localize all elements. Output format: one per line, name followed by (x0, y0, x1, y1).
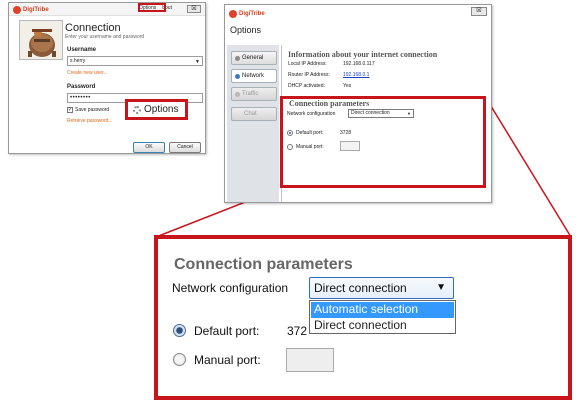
tab-chat[interactable]: Chat (231, 107, 277, 121)
zoom-manual-port-label: Manual port: (194, 353, 261, 367)
tab-chat-label: Chat (244, 111, 257, 117)
router-ip-link[interactable]: 192.168.0.1 (343, 72, 369, 78)
login-subheading: Enter your username and password (65, 34, 145, 40)
brand-name: DigiTribe (239, 11, 265, 17)
close-button[interactable]: ☒ (187, 5, 201, 13)
local-ip-label: Local IP Address: (288, 61, 327, 67)
options-highlight-box-small (138, 3, 166, 12)
zoom-manual-port-input[interactable] (286, 348, 334, 372)
close-button[interactable]: ☒ (471, 7, 487, 16)
zoom-network-config-select[interactable]: Direct connection ▼ (309, 277, 454, 299)
cancel-button[interactable]: Cancel (169, 142, 201, 153)
username-label: Username (67, 47, 97, 53)
zoom-network-config-label: Network configuration (172, 281, 289, 295)
brand-logo-icon (13, 6, 21, 14)
tab-network-label: Network (242, 73, 265, 79)
save-password-checkbox[interactable]: ✓ (67, 107, 73, 113)
zoom-default-port-label: Default port: (194, 324, 260, 338)
tab-general[interactable]: General (231, 51, 277, 65)
local-ip-value: 192.168.0.117 (343, 61, 375, 67)
zoom-default-port-radio[interactable] (173, 324, 186, 337)
username-field[interactable]: s.herry ▼ (67, 56, 203, 66)
password-label: Password (67, 84, 96, 90)
traffic-icon (235, 91, 240, 97)
tab-network[interactable]: Network (231, 69, 277, 83)
avatar (19, 20, 63, 60)
network-config-dropdown-list: Automatic selection Direct connection (309, 300, 456, 334)
network-icon (235, 73, 240, 79)
options-title: Options (230, 25, 262, 35)
login-window: DigiTribe Options bout ☒ Connection Ente… (8, 2, 206, 154)
brand-name: DigiTribe (23, 7, 49, 13)
chevron-down-icon[interactable]: ▼ (195, 58, 200, 66)
options-highlight-callout[interactable]: Options (125, 99, 188, 120)
gear-icon (133, 105, 141, 114)
dhcp-label: DHCP activated: (288, 83, 325, 89)
options-sidebar: General Network Traffic Chat (227, 45, 279, 202)
dropdown-option-automatic[interactable]: Automatic selection (311, 302, 454, 318)
gear-icon (235, 55, 240, 61)
tab-traffic[interactable]: Traffic (231, 87, 277, 101)
zoom-default-port-value: 372 (287, 324, 308, 338)
ok-button[interactable]: OK (133, 142, 165, 153)
retrieve-password-link[interactable]: Retrieve password... (67, 118, 113, 124)
router-ip-label: Router IP Address: (288, 72, 330, 78)
tab-general-label: General (242, 55, 264, 61)
brand-logo: DigiTribe (13, 6, 49, 14)
info-section-title: Information about your internet connecti… (288, 50, 438, 59)
chevron-down-icon[interactable]: ▼ (436, 278, 446, 298)
options-callout-label: Options (144, 104, 179, 115)
options-brand-logo: DigiTribe (229, 10, 265, 18)
login-heading: Connection (65, 22, 121, 34)
username-value: s.herry (70, 58, 86, 64)
brand-logo-icon (229, 10, 237, 18)
tab-traffic-label: Traffic (242, 91, 259, 97)
zoom-manual-port-radio[interactable] (173, 353, 186, 366)
zoom-section-title: Connection parameters (174, 256, 353, 273)
connection-highlight-box (280, 96, 486, 188)
save-password-label: Save password (75, 107, 110, 113)
create-user-link[interactable]: Create new user... (67, 70, 108, 76)
dhcp-value: Yes (343, 83, 352, 89)
dropdown-option-direct[interactable]: Direct connection (311, 318, 454, 334)
avatar-image (28, 29, 56, 57)
zoom-network-config-value: Direct connection (314, 281, 407, 295)
